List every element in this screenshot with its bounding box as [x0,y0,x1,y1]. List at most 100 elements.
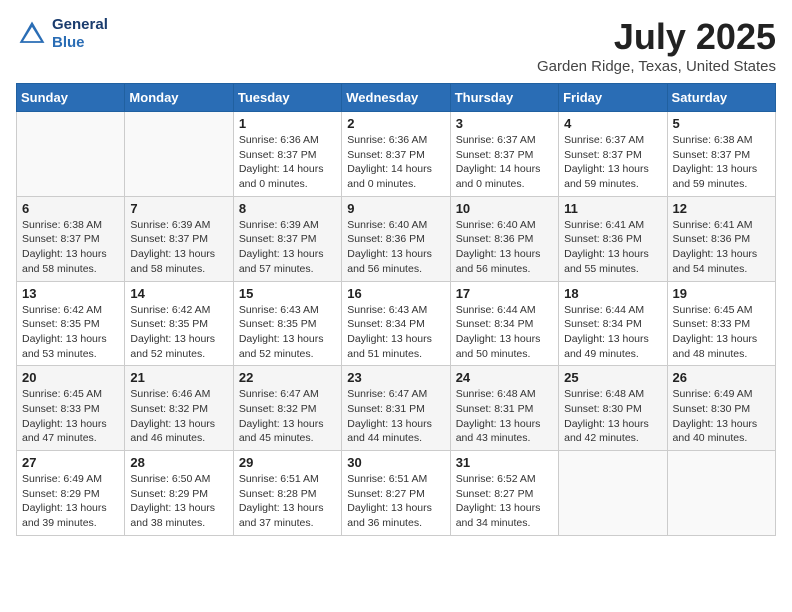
cell-content: Sunrise: 6:50 AM [130,472,227,487]
calendar-cell: 17Sunrise: 6:44 AMSunset: 8:34 PMDayligh… [450,281,558,366]
day-number: 24 [456,370,553,385]
cell-content: Sunset: 8:27 PM [456,487,553,502]
cell-content: Sunset: 8:31 PM [456,402,553,417]
cell-content: Sunrise: 6:49 AM [673,387,770,402]
cell-content: Daylight: 13 hours and 48 minutes. [673,332,770,361]
cell-content: Daylight: 13 hours and 59 minutes. [673,162,770,191]
cell-content: Sunrise: 6:42 AM [130,303,227,318]
day-number: 15 [239,286,336,301]
cell-content: Sunset: 8:34 PM [347,317,444,332]
cell-content: Sunrise: 6:40 AM [456,218,553,233]
day-number: 5 [673,116,770,131]
calendar-cell [559,451,667,536]
main-title: July 2025 [537,16,776,58]
day-number: 9 [347,201,444,216]
cell-content: Sunset: 8:30 PM [673,402,770,417]
day-number: 23 [347,370,444,385]
cell-content: Daylight: 13 hours and 49 minutes. [564,332,661,361]
cell-content: Daylight: 13 hours and 47 minutes. [22,417,119,446]
cell-content: Sunrise: 6:39 AM [130,218,227,233]
cell-content: Sunset: 8:33 PM [673,317,770,332]
cell-content: Sunset: 8:36 PM [456,232,553,247]
cell-content: Sunset: 8:36 PM [564,232,661,247]
cell-content: Sunset: 8:37 PM [456,148,553,163]
calendar-cell [125,112,233,197]
calendar-cell: 8Sunrise: 6:39 AMSunset: 8:37 PMDaylight… [233,196,341,281]
calendar-cell: 21Sunrise: 6:46 AMSunset: 8:32 PMDayligh… [125,366,233,451]
cell-content: Sunset: 8:35 PM [239,317,336,332]
page-header: General Blue July 2025 Garden Ridge, Tex… [16,16,776,75]
cell-content: Daylight: 13 hours and 38 minutes. [130,501,227,530]
calendar-cell: 30Sunrise: 6:51 AMSunset: 8:27 PMDayligh… [342,451,450,536]
cell-content: Daylight: 13 hours and 40 minutes. [673,417,770,446]
title-block: July 2025 Garden Ridge, Texas, United St… [537,16,776,75]
cell-content: Daylight: 13 hours and 58 minutes. [130,247,227,276]
calendar-cell: 1Sunrise: 6:36 AMSunset: 8:37 PMDaylight… [233,112,341,197]
calendar-header-cell: Wednesday [342,84,450,112]
cell-content: Sunrise: 6:42 AM [22,303,119,318]
logo-line1: General [52,16,108,34]
cell-content: Daylight: 13 hours and 53 minutes. [22,332,119,361]
cell-content: Sunrise: 6:51 AM [239,472,336,487]
cell-content: Sunrise: 6:51 AM [347,472,444,487]
day-number: 12 [673,201,770,216]
calendar-cell: 10Sunrise: 6:40 AMSunset: 8:36 PMDayligh… [450,196,558,281]
day-number: 18 [564,286,661,301]
cell-content: Sunrise: 6:44 AM [564,303,661,318]
calendar-cell [667,451,775,536]
cell-content: Sunset: 8:36 PM [673,232,770,247]
cell-content: Daylight: 14 hours and 0 minutes. [456,162,553,191]
calendar-cell: 7 Sunrise: 6:39 AMSunset: 8:37 PMDaylight… [125,196,233,281]
cell-content: Sunset: 8:37 PM [673,148,770,163]
day-number: 10 [456,201,553,216]
cell-content: Sunrise: 6:46 AM [130,387,227,402]
calendar-cell: 22Sunrise: 6:47 AMSunset: 8:32 PMDayligh… [233,366,341,451]
cell-content: Sunrise: 6:49 AM [22,472,119,487]
day-number: 17 [456,286,553,301]
day-number: 28 [130,455,227,470]
cell-content: Daylight: 13 hours and 54 minutes. [673,247,770,276]
calendar-week-row: 1Sunrise: 6:36 AMSunset: 8:37 PMDaylight… [17,112,776,197]
cell-content: Daylight: 13 hours and 50 minutes. [456,332,553,361]
cell-content: Sunrise: 6:39 AM [239,218,336,233]
calendar-cell: 20Sunrise: 6:45 AMSunset: 8:33 PMDayligh… [17,366,125,451]
calendar-week-row: 27Sunrise: 6:49 AMSunset: 8:29 PMDayligh… [17,451,776,536]
cell-content: Daylight: 13 hours and 44 minutes. [347,417,444,446]
day-number: 19 [673,286,770,301]
calendar-cell: 29Sunrise: 6:51 AMSunset: 8:28 PMDayligh… [233,451,341,536]
cell-content: Sunset: 8:37 PM [130,232,227,247]
cell-content: Sunrise: 6:43 AM [347,303,444,318]
day-number: 7 [130,201,227,216]
day-number: 8 [239,201,336,216]
day-number: 14 [130,286,227,301]
calendar-header-cell: Sunday [17,84,125,112]
cell-content: Sunset: 8:37 PM [239,232,336,247]
day-number: 29 [239,455,336,470]
calendar-cell: 23Sunrise: 6:47 AMSunset: 8:31 PMDayligh… [342,366,450,451]
calendar-cell: 6Sunrise: 6:38 AMSunset: 8:37 PMDaylight… [17,196,125,281]
cell-content: Sunrise: 6:37 AM [456,133,553,148]
day-number: 21 [130,370,227,385]
day-number: 25 [564,370,661,385]
cell-content: Sunset: 8:37 PM [239,148,336,163]
calendar-cell [17,112,125,197]
calendar-cell: 28Sunrise: 6:50 AMSunset: 8:29 PMDayligh… [125,451,233,536]
logo-icon [16,18,48,50]
cell-content: Daylight: 13 hours and 52 minutes. [130,332,227,361]
cell-content: Sunrise: 6:44 AM [456,303,553,318]
cell-content: Daylight: 13 hours and 36 minutes. [347,501,444,530]
day-number: 6 [22,201,119,216]
calendar-table: SundayMondayTuesdayWednesdayThursdayFrid… [16,83,776,536]
calendar-cell: 16Sunrise: 6:43 AMSunset: 8:34 PMDayligh… [342,281,450,366]
calendar-header-cell: Tuesday [233,84,341,112]
calendar-cell: 12Sunrise: 6:41 AMSunset: 8:36 PMDayligh… [667,196,775,281]
cell-content: Daylight: 13 hours and 43 minutes. [456,417,553,446]
calendar-cell: 13Sunrise: 6:42 AMSunset: 8:35 PMDayligh… [17,281,125,366]
calendar-header-cell: Saturday [667,84,775,112]
calendar-week-row: 13Sunrise: 6:42 AMSunset: 8:35 PMDayligh… [17,281,776,366]
cell-content: Sunrise: 6:48 AM [564,387,661,402]
calendar-cell: 15Sunrise: 6:43 AMSunset: 8:35 PMDayligh… [233,281,341,366]
cell-content: Sunset: 8:36 PM [347,232,444,247]
cell-content: Sunrise: 6:38 AM [22,218,119,233]
cell-content: Sunrise: 6:37 AM [564,133,661,148]
